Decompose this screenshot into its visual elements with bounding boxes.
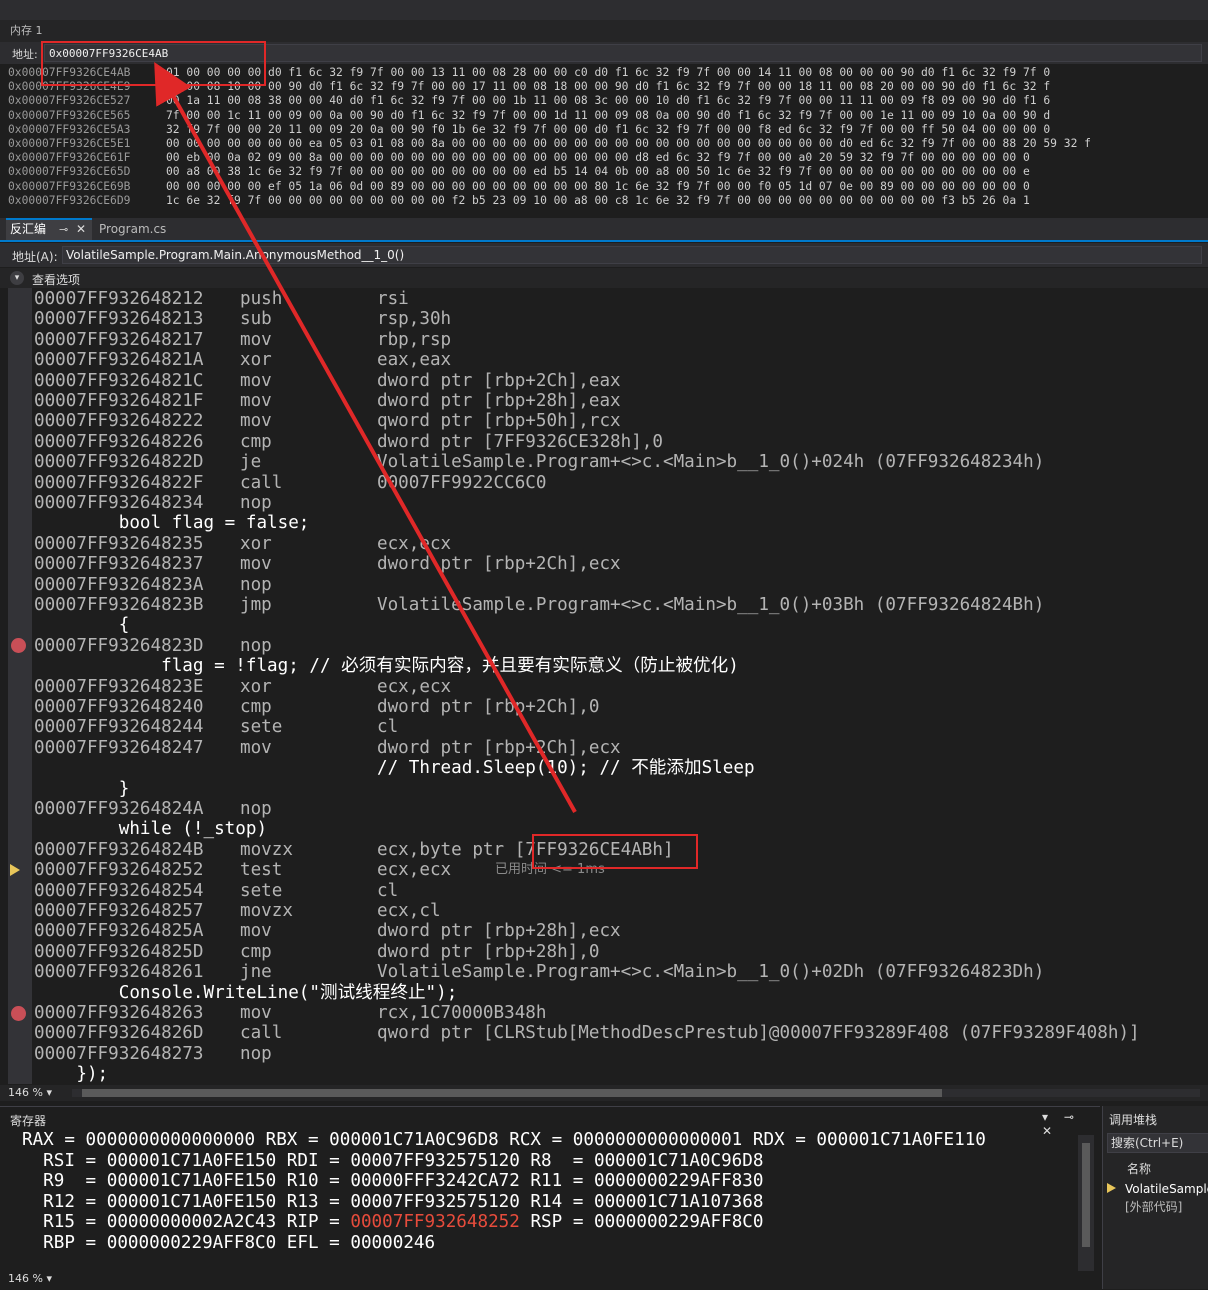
annotation-arrow: [154, 62, 577, 813]
